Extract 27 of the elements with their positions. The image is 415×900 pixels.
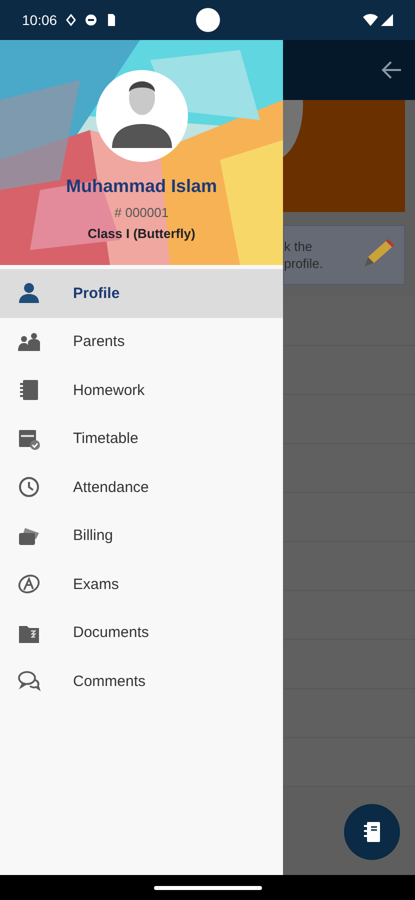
menu-item[interactable]: Homework (0, 366, 283, 414)
menu-item[interactable]: Attendance (0, 463, 283, 512)
card-text: k the (284, 238, 314, 255)
notebook-icon (17, 378, 41, 402)
student-name: Muhammad Islam (66, 176, 218, 197)
menu-item[interactable]: Exams (0, 560, 283, 608)
menu-item[interactable]: Parents (0, 318, 283, 366)
chat-bubbles-icon (17, 669, 41, 694)
wifi-icon (363, 14, 378, 26)
clock-time: 10:06 (22, 12, 58, 28)
menu-item[interactable]: Profile (0, 269, 283, 318)
grade-icon (17, 572, 41, 596)
clock-icon (17, 475, 41, 500)
home-indicator[interactable] (154, 886, 262, 890)
camera-cutout (196, 8, 220, 32)
student-number: # 000001 (114, 205, 169, 220)
menu-item[interactable]: Billing (0, 512, 283, 560)
person-icon (17, 281, 41, 306)
back-arrow-icon[interactable] (381, 59, 403, 81)
notification-icon (65, 14, 78, 26)
signal-icon (381, 14, 393, 26)
menu-item[interactable]: Documents (0, 608, 283, 657)
menu-item[interactable]: Timetable (0, 414, 283, 463)
menu-item[interactable]: Comments (0, 657, 283, 706)
sim-card-icon (105, 14, 118, 26)
student-class: Class I (Butterfly) (88, 226, 196, 241)
card-text: profile. (284, 255, 324, 272)
